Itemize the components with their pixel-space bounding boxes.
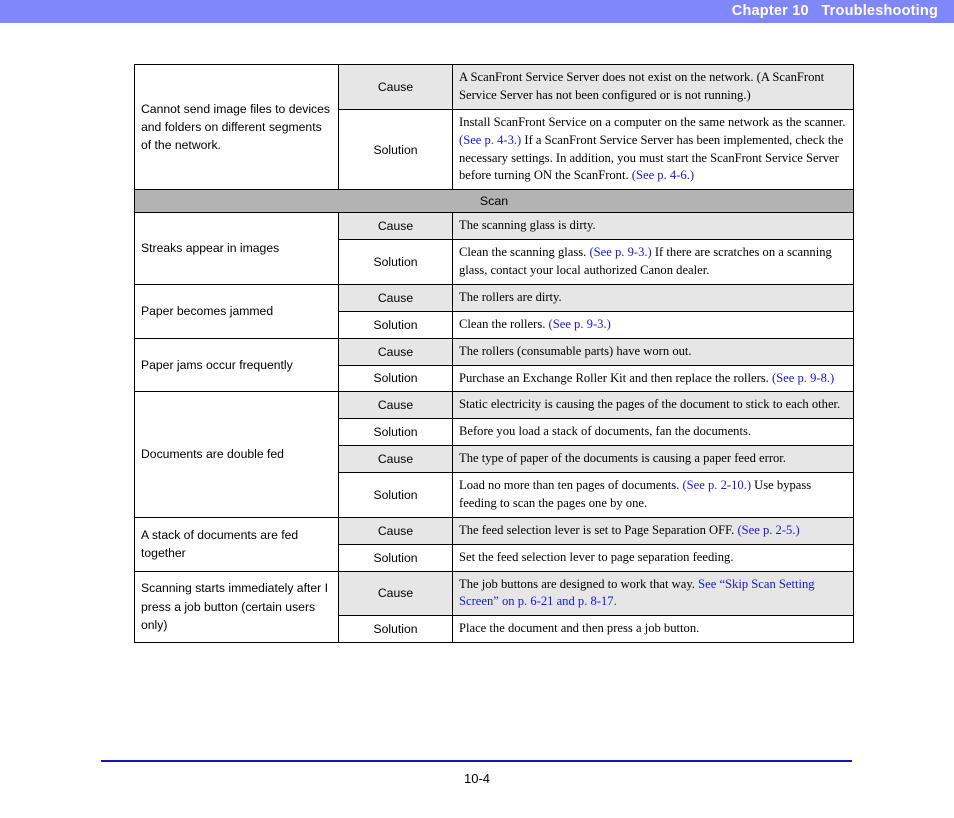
detail-cell: A ScanFront Service Server does not exis… bbox=[452, 64, 854, 110]
cause-label-cell: Cause bbox=[338, 445, 453, 473]
cause-label-cell: Cause bbox=[338, 391, 453, 420]
detail-cell: The rollers (consumable parts) have worn… bbox=[452, 337, 854, 366]
detail-text: The rollers (consumable parts) have worn… bbox=[459, 343, 692, 358]
detail-text: Set the feed selection lever to page sep… bbox=[459, 549, 734, 564]
cause-label-cell: Cause bbox=[338, 516, 453, 545]
symptom-cell: A stack of documents are fed together bbox=[134, 516, 339, 572]
solution-label-cell: Solution bbox=[338, 310, 453, 339]
table-row: Documents are double fed Cause Static elec… bbox=[134, 391, 854, 518]
cross-reference-link[interactable]: (See p. 4-6.) bbox=[632, 168, 694, 182]
detail-text: The feed selection lever is set to Page … bbox=[459, 522, 738, 537]
detail-text: Clean the rollers. bbox=[459, 316, 549, 331]
detail-text: The rollers are dirty. bbox=[459, 289, 562, 304]
detail-cell: The type of paper of the documents is ca… bbox=[452, 445, 854, 473]
chapter-title: Chapter 10 Troubleshooting bbox=[731, 3, 938, 19]
detail-cell: Place the document and then press a job … bbox=[452, 615, 854, 644]
cross-reference-link[interactable]: (See p. 2-5.) bbox=[737, 523, 799, 537]
detail-cell: Before you load a stack of documents, fa… bbox=[452, 418, 854, 447]
detail-text: The type of paper of the documents is ca… bbox=[459, 451, 786, 466]
symptom-cell: Documents are double fed bbox=[134, 391, 339, 518]
detail-cell: Set the feed selection lever to page sep… bbox=[452, 543, 854, 572]
detail-text: Clean the scanning glass. bbox=[459, 245, 590, 260]
cross-reference-link[interactable]: (See p. 2-10.) bbox=[682, 478, 751, 492]
detail-cell: Static electricity is causing the pages … bbox=[452, 391, 854, 420]
solution-label-cell: Solution bbox=[338, 418, 453, 447]
detail-cell: The job buttons are designed to work tha… bbox=[452, 570, 854, 617]
cause-label-cell: Cause bbox=[338, 337, 453, 366]
detail-cell: Clean the scanning glass. (See p. 9-3.) … bbox=[452, 239, 854, 285]
symptom-cell: Paper becomes jammed bbox=[134, 283, 339, 339]
page-number: 10-4 bbox=[463, 771, 491, 786]
detail-cell: Purchase an Exchange Roller Kit and then… bbox=[452, 364, 854, 393]
cross-reference-link[interactable]: (See p. 9-3.) bbox=[549, 317, 611, 331]
cause-label-cell: Cause bbox=[338, 283, 453, 312]
solution-label-cell: Solution bbox=[338, 543, 453, 572]
detail-cell: The scanning glass is dirty. bbox=[452, 212, 854, 241]
detail-cell: The feed selection lever is set to Page … bbox=[452, 516, 854, 545]
symptom-cell: Scanning starts immediately after I pres… bbox=[134, 570, 339, 644]
cause-label-cell: Cause bbox=[338, 64, 453, 110]
troubleshooting-table: Cannot send image files to devices and f… bbox=[134, 63, 854, 644]
detail-cell: Install ScanFront Service on a computer … bbox=[452, 108, 854, 191]
table-row: Paper becomes jammed Cause The rollers are… bbox=[134, 283, 854, 339]
solution-label-cell: Solution bbox=[338, 615, 453, 644]
troubleshooting-table-wrapper: Cannot send image files to devices and f… bbox=[134, 63, 854, 644]
table-row: Paper jams occur frequently Cause The roll… bbox=[134, 337, 854, 393]
cross-reference-link[interactable]: (See p. 4-3.) bbox=[459, 133, 521, 147]
table-row: Scanning starts immediately after I pres… bbox=[134, 570, 854, 644]
table-row: A stack of documents are fed together Cau… bbox=[134, 516, 854, 572]
solution-label-cell: Solution bbox=[338, 108, 453, 191]
detail-text: A ScanFront Service Server does not exis… bbox=[459, 70, 825, 102]
detail-cell: The rollers are dirty. bbox=[452, 283, 854, 312]
cross-reference-link[interactable]: (See p. 9-3.) bbox=[589, 245, 651, 259]
section-band-label: Scan bbox=[134, 189, 854, 214]
detail-cell: Load no more than ten pages of documents… bbox=[452, 472, 854, 518]
section-band-row: Scan bbox=[134, 189, 854, 214]
detail-text: Static electricity is causing the pages … bbox=[459, 397, 841, 412]
symptom-cell: Cannot send image files to devices and f… bbox=[134, 63, 339, 191]
detail-text: The job buttons are designed to work tha… bbox=[459, 576, 699, 591]
detail-text: Load no more than ten pages of documents… bbox=[459, 478, 683, 492]
detail-cell: Clean the rollers. (See p. 9-3.) bbox=[452, 310, 854, 339]
solution-label-cell: Solution bbox=[338, 239, 453, 285]
table-row: Streaks appear in images Cause The scannin… bbox=[134, 212, 854, 285]
page-header-bar: Chapter 10 Troubleshooting bbox=[0, 0, 954, 23]
footer-divider bbox=[101, 760, 852, 762]
troubleshooting-table-body: Cannot send image files to devices and f… bbox=[134, 63, 854, 644]
detail-text: Purchase an Exchange Roller Kit and then… bbox=[459, 370, 772, 385]
solution-label-cell: Solution bbox=[338, 472, 453, 518]
detail-text: Before you load a stack of documents, fa… bbox=[459, 424, 752, 439]
cross-reference-link[interactable]: (See p. 9-8.) bbox=[772, 371, 834, 385]
detail-text: Place the document and then press a job … bbox=[459, 621, 700, 636]
table-row: Cannot send image files to devices and f… bbox=[134, 63, 854, 191]
cause-label-cell: Cause bbox=[338, 212, 453, 241]
solution-label-cell: Solution bbox=[338, 364, 453, 393]
symptom-cell: Paper jams occur frequently bbox=[134, 337, 339, 393]
detail-text: The scanning glass is dirty. bbox=[459, 218, 596, 233]
detail-text: Install ScanFront Service on a computer … bbox=[459, 114, 846, 129]
cause-label-cell: Cause bbox=[338, 570, 453, 617]
symptom-cell: Streaks appear in images bbox=[134, 212, 339, 285]
